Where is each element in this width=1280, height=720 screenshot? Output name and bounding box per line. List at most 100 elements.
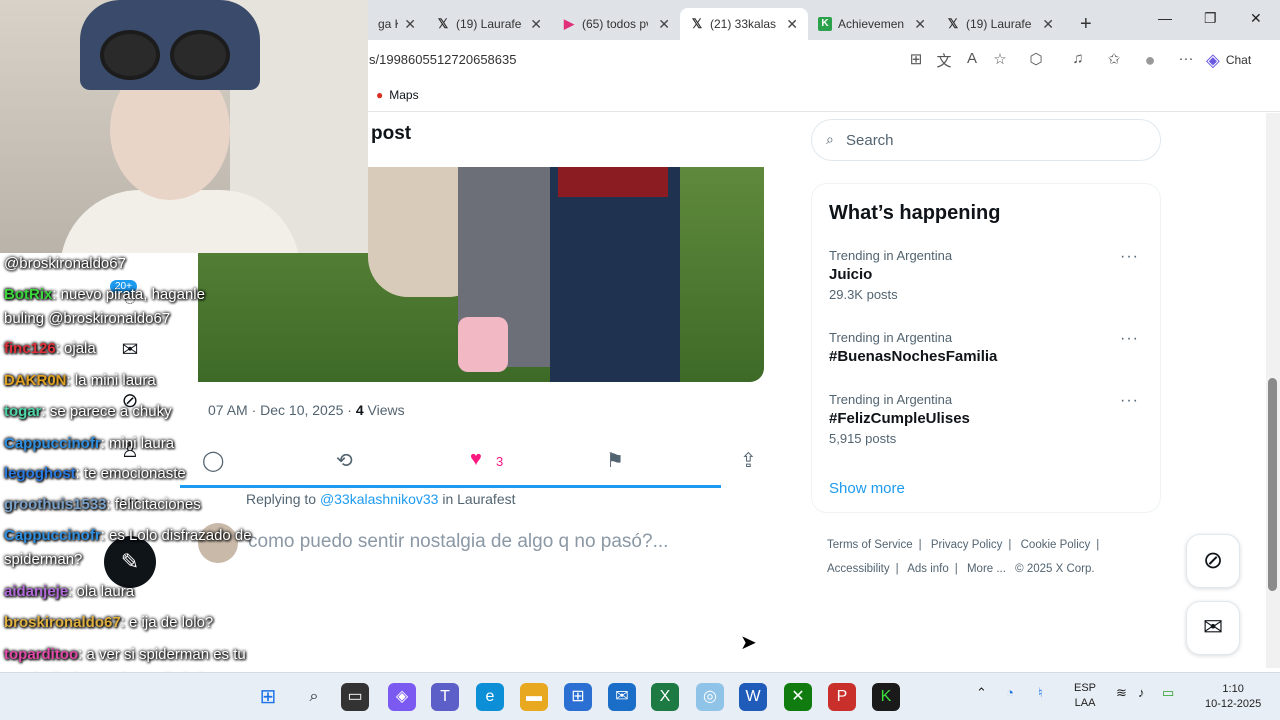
copilot-icon[interactable]: ◈ <box>388 683 416 711</box>
task-view-icon[interactable]: ▭ <box>341 683 369 711</box>
trend-item[interactable]: Trending in Argentina #BuenasNochesFamil… <box>829 330 1149 365</box>
app-icon[interactable]: ◎ <box>696 683 724 711</box>
grok-nav-icon[interactable]: ⊘ <box>118 388 142 413</box>
share-icon[interactable]: ⇪ <box>740 448 757 473</box>
favorite-label: Maps <box>389 88 419 102</box>
replying-handle[interactable]: @33kalashnikov33 <box>320 491 439 507</box>
split-screen-icon[interactable]: ⊞ <box>906 50 926 68</box>
grok-button[interactable]: ⊘ <box>1186 534 1240 588</box>
tab-1[interactable]: ga Kil ✕ <box>368 8 426 40</box>
repost-icon[interactable]: ⟲ <box>336 448 353 473</box>
views-label: Views <box>363 402 405 418</box>
mic-icon[interactable]: ♮ <box>1038 685 1043 701</box>
privacy-link[interactable]: Privacy Policy <box>931 539 1003 551</box>
mail-icon[interactable]: ✉ <box>608 683 636 711</box>
more-dots-icon[interactable]: ··· <box>1120 392 1139 410</box>
file-explorer-icon[interactable]: ▬ <box>520 683 548 711</box>
reply-input[interactable]: como puedo sentir nostalgia de algo q no… <box>248 531 668 553</box>
trend-item[interactable]: Trending in Argentina Juicio 29.3K posts… <box>829 248 1149 302</box>
terms-link[interactable]: Terms of Service <box>827 539 913 551</box>
edge-icon[interactable]: e <box>476 683 504 711</box>
tab-2[interactable]: 𝕏 (19) Laurafest ✕ <box>426 8 552 40</box>
more-nav-icon[interactable]: ⋯ <box>118 488 142 513</box>
trend-count: 5,915 posts <box>829 431 897 446</box>
close-icon[interactable]: ✕ <box>914 16 926 33</box>
favorite-maps[interactable]: ● Maps <box>376 88 419 102</box>
battery-icon[interactable]: ▭ <box>1162 685 1174 701</box>
search-icon[interactable]: ⌕ <box>300 683 328 711</box>
read-aloud-icon[interactable]: A <box>962 50 982 67</box>
close-icon[interactable]: ✕ <box>1042 16 1054 33</box>
xbox-icon[interactable]: ✕ <box>784 683 812 711</box>
close-icon[interactable]: ✕ <box>530 16 542 33</box>
volume-icon[interactable]: ♪ <box>1138 685 1145 700</box>
restore-icon[interactable]: ❐ <box>1204 10 1217 27</box>
feather-icon: ✎ <box>120 549 140 574</box>
accessibility-link[interactable]: Accessibility <box>827 563 890 575</box>
photo-shape <box>458 317 508 372</box>
search-input[interactable]: ⌕ Search <box>811 119 1161 161</box>
close-icon[interactable]: ✕ <box>658 16 670 33</box>
trend-name: #FelizCumpleUlises <box>829 410 970 427</box>
clock[interactable]: 1:10 10-12-2025 <box>1205 682 1261 712</box>
tab-3[interactable]: ▶ (65) todos pv ✕ <box>552 8 680 40</box>
messages-nav-icon[interactable]: ✉ <box>118 337 142 362</box>
sync-icon[interactable]: ◔ <box>1006 685 1014 700</box>
wifi-icon[interactable]: ≋ <box>1116 685 1127 701</box>
store-icon[interactable]: ⊞ <box>564 683 592 711</box>
trend-item[interactable]: Trending in Argentina #FelizCumpleUlises… <box>829 392 1149 446</box>
close-window-icon[interactable]: ✕ <box>1250 10 1262 27</box>
translate-icon[interactable]: 文 <box>934 50 954 71</box>
avatar <box>198 523 238 563</box>
close-icon[interactable]: ✕ <box>404 16 416 33</box>
language-indicator[interactable]: ESP LAA <box>1074 681 1096 711</box>
cookie-link[interactable]: Cookie Policy <box>1021 539 1091 551</box>
grok-icon: ⊘ <box>1202 547 1224 574</box>
more-dots-icon[interactable]: ··· <box>1120 248 1139 266</box>
sidebar-footer: Terms of Service | Privacy Policy | Cookie… <box>827 539 1100 575</box>
favorite-star-icon[interactable]: ☆ <box>990 50 1010 68</box>
trend-count: 29.3K posts <box>829 287 898 302</box>
more-link[interactable]: More ... <box>967 563 1006 575</box>
plus-icon: + <box>1080 12 1092 35</box>
tab-label: (19) Laurafest <box>966 17 1032 31</box>
copilot-chat-button[interactable]: ◈ Chat <box>1206 46 1251 74</box>
scrollbar-thumb[interactable] <box>1268 378 1277 591</box>
excel-icon[interactable]: X <box>651 683 679 711</box>
reply-icon[interactable]: ◯ <box>202 448 224 473</box>
close-icon[interactable]: ✕ <box>786 16 798 33</box>
extensions-icon[interactable]: ⬡ <box>1026 50 1046 68</box>
minimize-icon[interactable]: — <box>1158 10 1172 26</box>
tab-6[interactable]: 𝕏 (19) Laurafest ✕ <box>936 8 1064 40</box>
webcam-overlay <box>0 0 368 253</box>
compose-post-button[interactable]: ✎ <box>104 536 156 588</box>
tab-4-active[interactable]: 𝕏 (21) 33kalash ✕ <box>680 8 808 40</box>
trend-name: Juicio <box>829 266 873 283</box>
more-dots-icon[interactable]: ··· <box>1120 330 1139 348</box>
media-icon[interactable]: ♫ <box>1068 50 1088 67</box>
post-timestamp[interactable]: 07 AM · Dec 10, 2025 · <box>208 402 356 418</box>
ads-info-link[interactable]: Ads info <box>907 563 949 575</box>
menu-dots-icon[interactable]: ··· <box>1176 50 1196 67</box>
url-text[interactable]: s/1998605512720658635 <box>369 52 516 67</box>
chevron-up-icon[interactable]: ⌃ <box>976 685 987 701</box>
teams-icon[interactable]: T <box>431 683 459 711</box>
post-actions: ◯ ⟲ ♥ 3 ⚑ ⇪ <box>180 448 780 474</box>
word-icon[interactable]: W <box>739 683 767 711</box>
favorites-icon[interactable]: ✩ <box>1104 50 1124 68</box>
profile-nav-icon[interactable]: ♙ <box>118 438 142 463</box>
pdf-icon[interactable]: P <box>828 683 856 711</box>
screen: ga Kil ✕ 𝕏 (19) Laurafest ✕ ▶ (65) todos… <box>0 0 1280 720</box>
new-tab-button[interactable]: + <box>1070 8 1102 40</box>
kick-icon[interactable]: K <box>872 683 900 711</box>
messages-button[interactable]: ✉ <box>1186 601 1240 655</box>
scrollbar[interactable] <box>1266 113 1280 668</box>
tab-label: (65) todos pv <box>582 17 648 31</box>
like-heart-icon[interactable]: ♥ <box>470 448 482 471</box>
profile-avatar-icon[interactable]: ● <box>1140 50 1160 71</box>
tab-5[interactable]: K Achievement ✕ <box>808 8 936 40</box>
copilot-icon: ◈ <box>1206 49 1220 70</box>
start-windows-icon[interactable]: ⊞ <box>254 683 282 711</box>
bookmark-icon[interactable]: ⚑ <box>606 448 624 473</box>
show-more-link[interactable]: Show more <box>829 480 905 497</box>
